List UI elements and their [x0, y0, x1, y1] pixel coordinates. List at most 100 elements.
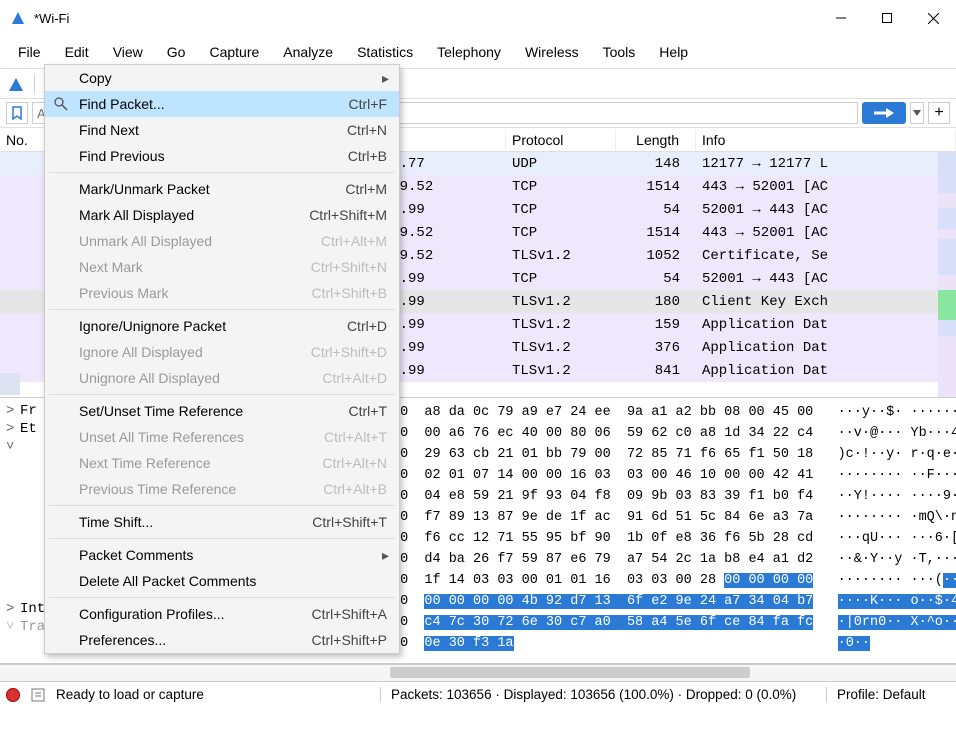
submenu-arrow-icon: ▸	[382, 70, 389, 87]
menu-item-label: Packet Comments	[79, 547, 387, 563]
close-button[interactable]	[910, 0, 956, 36]
menu-item-find-next[interactable]: Find NextCtrl+N	[45, 117, 399, 143]
menu-item-label: Unignore All Displayed	[79, 370, 322, 386]
menu-item-shortcut: Ctrl+M	[345, 181, 387, 197]
menu-item-label: Mark/Unmark Packet	[79, 181, 345, 197]
titlebar: *Wi-Fi	[0, 0, 956, 36]
minimize-button[interactable]	[818, 0, 864, 36]
menu-item-label: Time Shift...	[79, 514, 312, 530]
menu-item-ignore-unignore-packet[interactable]: Ignore/Unignore PacketCtrl+D	[45, 313, 399, 339]
menu-analyze[interactable]: Analyze	[271, 40, 345, 64]
menu-tools[interactable]: Tools	[591, 40, 648, 64]
menu-item-shortcut: Ctrl+Shift+B	[312, 285, 387, 301]
search-icon	[53, 96, 69, 112]
menu-item-ignore-all-displayed: Ignore All DisplayedCtrl+Shift+D	[45, 339, 399, 365]
edit-menu-dropdown[interactable]: Copy▸Find Packet...Ctrl+FFind NextCtrl+N…	[44, 64, 400, 654]
menu-item-label: Find Next	[79, 122, 347, 138]
menu-item-mark-all-displayed[interactable]: Mark All DisplayedCtrl+Shift+M	[45, 202, 399, 228]
menu-separator	[49, 597, 395, 598]
menu-item-shortcut: Ctrl+B	[348, 148, 387, 164]
status-profile[interactable]: Profile: Default	[826, 687, 956, 702]
menu-item-shortcut: Ctrl+Alt+B	[323, 481, 387, 497]
menu-item-shortcut: Ctrl+Alt+N	[322, 455, 387, 471]
menu-item-find-previous[interactable]: Find PreviousCtrl+B	[45, 143, 399, 169]
statusbar: Ready to load or capture Packets: 103656…	[0, 681, 956, 707]
column-length[interactable]: Length	[616, 130, 696, 150]
menu-separator	[49, 505, 395, 506]
menu-item-time-shift[interactable]: Time Shift...Ctrl+Shift+T	[45, 509, 399, 535]
logo-icon	[4, 72, 28, 96]
app-icon	[10, 10, 26, 26]
menu-edit[interactable]: Edit	[53, 40, 101, 64]
expert-info-icon[interactable]	[6, 688, 20, 702]
menu-item-label: Ignore/Unignore Packet	[79, 318, 347, 334]
maximize-button[interactable]	[864, 0, 910, 36]
column-protocol[interactable]: Protocol	[506, 130, 616, 150]
packet-minimap[interactable]	[938, 152, 956, 397]
hex-dump[interactable]: 00 a8 da 0c 79 a9 e7 24 ee 9a a1 a2 bb 0…	[390, 398, 956, 663]
menu-item-label: Delete All Packet Comments	[79, 573, 387, 589]
menu-item-unset-all-time-references: Unset All Time ReferencesCtrl+Alt+T	[45, 424, 399, 450]
submenu-arrow-icon: ▸	[382, 547, 389, 564]
menu-item-unmark-all-displayed: Unmark All DisplayedCtrl+Alt+M	[45, 228, 399, 254]
menu-item-label: Set/Unset Time Reference	[79, 403, 349, 419]
filter-history-dropdown[interactable]	[910, 102, 924, 124]
menu-item-shortcut: Ctrl+Shift+A	[312, 606, 387, 622]
menu-item-copy[interactable]: Copy▸	[45, 65, 399, 91]
menu-item-label: Configuration Profiles...	[79, 606, 312, 622]
menu-help[interactable]: Help	[647, 40, 700, 64]
menu-item-shortcut: Ctrl+Shift+T	[312, 514, 387, 530]
menu-view[interactable]: View	[101, 40, 155, 64]
menu-file[interactable]: File	[6, 40, 53, 64]
menu-item-label: Find Previous	[79, 148, 348, 164]
menu-item-packet-comments[interactable]: Packet Comments▸	[45, 542, 399, 568]
menu-item-configuration-profiles[interactable]: Configuration Profiles...Ctrl+Shift+A	[45, 601, 399, 627]
horizontal-scrollbar[interactable]	[0, 664, 956, 681]
menu-item-shortcut: Ctrl+T	[349, 403, 388, 419]
menu-item-shortcut: Ctrl+Alt+T	[324, 429, 387, 445]
menu-item-previous-time-reference: Previous Time ReferenceCtrl+Alt+B	[45, 476, 399, 502]
status-packets: Packets: 103656 · Displayed: 103656 (100…	[380, 687, 826, 702]
selection-indicator	[0, 373, 20, 395]
menu-separator	[49, 172, 395, 173]
capture-file-properties-icon[interactable]	[30, 687, 46, 703]
menu-item-label: Preferences...	[79, 632, 312, 648]
menu-item-shortcut: Ctrl+N	[347, 122, 387, 138]
menu-item-label: Previous Time Reference	[79, 481, 323, 497]
menu-item-previous-mark: Previous MarkCtrl+Shift+B	[45, 280, 399, 306]
menu-item-label: Next Mark	[79, 259, 311, 275]
column-info[interactable]: Info	[696, 130, 956, 150]
menu-go[interactable]: Go	[155, 40, 198, 64]
menu-item-shortcut: Ctrl+Shift+D	[311, 344, 387, 360]
menu-item-label: Next Time Reference	[79, 455, 322, 471]
menu-item-label: Unset All Time References	[79, 429, 324, 445]
menu-item-delete-all-packet-comments[interactable]: Delete All Packet Comments	[45, 568, 399, 594]
menu-telephony[interactable]: Telephony	[425, 40, 513, 64]
menu-item-mark-unmark-packet[interactable]: Mark/Unmark PacketCtrl+M	[45, 176, 399, 202]
menu-statistics[interactable]: Statistics	[345, 40, 425, 64]
menu-item-shortcut: Ctrl+Alt+D	[322, 370, 387, 386]
menu-item-preferences[interactable]: Preferences...Ctrl+Shift+P	[45, 627, 399, 653]
menu-item-find-packet[interactable]: Find Packet...Ctrl+F	[45, 91, 399, 117]
menu-capture[interactable]: Capture	[197, 40, 271, 64]
menu-item-label: Unmark All Displayed	[79, 233, 321, 249]
menu-item-shortcut: Ctrl+Shift+M	[309, 207, 387, 223]
menu-item-label: Find Packet...	[79, 96, 349, 112]
menu-item-shortcut: Ctrl+Shift+N	[311, 259, 387, 275]
menu-item-next-time-reference: Next Time ReferenceCtrl+Alt+N	[45, 450, 399, 476]
menu-item-next-mark: Next MarkCtrl+Shift+N	[45, 254, 399, 280]
bookmark-icon[interactable]	[6, 102, 28, 124]
add-filter-button[interactable]: +	[928, 102, 950, 124]
menu-item-shortcut: Ctrl+Alt+M	[321, 233, 387, 249]
menu-item-shortcut: Ctrl+F	[349, 96, 388, 112]
menu-wireless[interactable]: Wireless	[513, 40, 591, 64]
scrollbar-thumb[interactable]	[390, 667, 750, 678]
menu-separator	[49, 538, 395, 539]
apply-filter-button[interactable]	[862, 102, 906, 124]
menu-item-set-unset-time-reference[interactable]: Set/Unset Time ReferenceCtrl+T	[45, 398, 399, 424]
menu-separator	[49, 394, 395, 395]
window-title: *Wi-Fi	[34, 11, 818, 26]
menu-item-label: Copy	[79, 70, 387, 86]
menu-item-label: Ignore All Displayed	[79, 344, 311, 360]
menu-separator	[49, 309, 395, 310]
